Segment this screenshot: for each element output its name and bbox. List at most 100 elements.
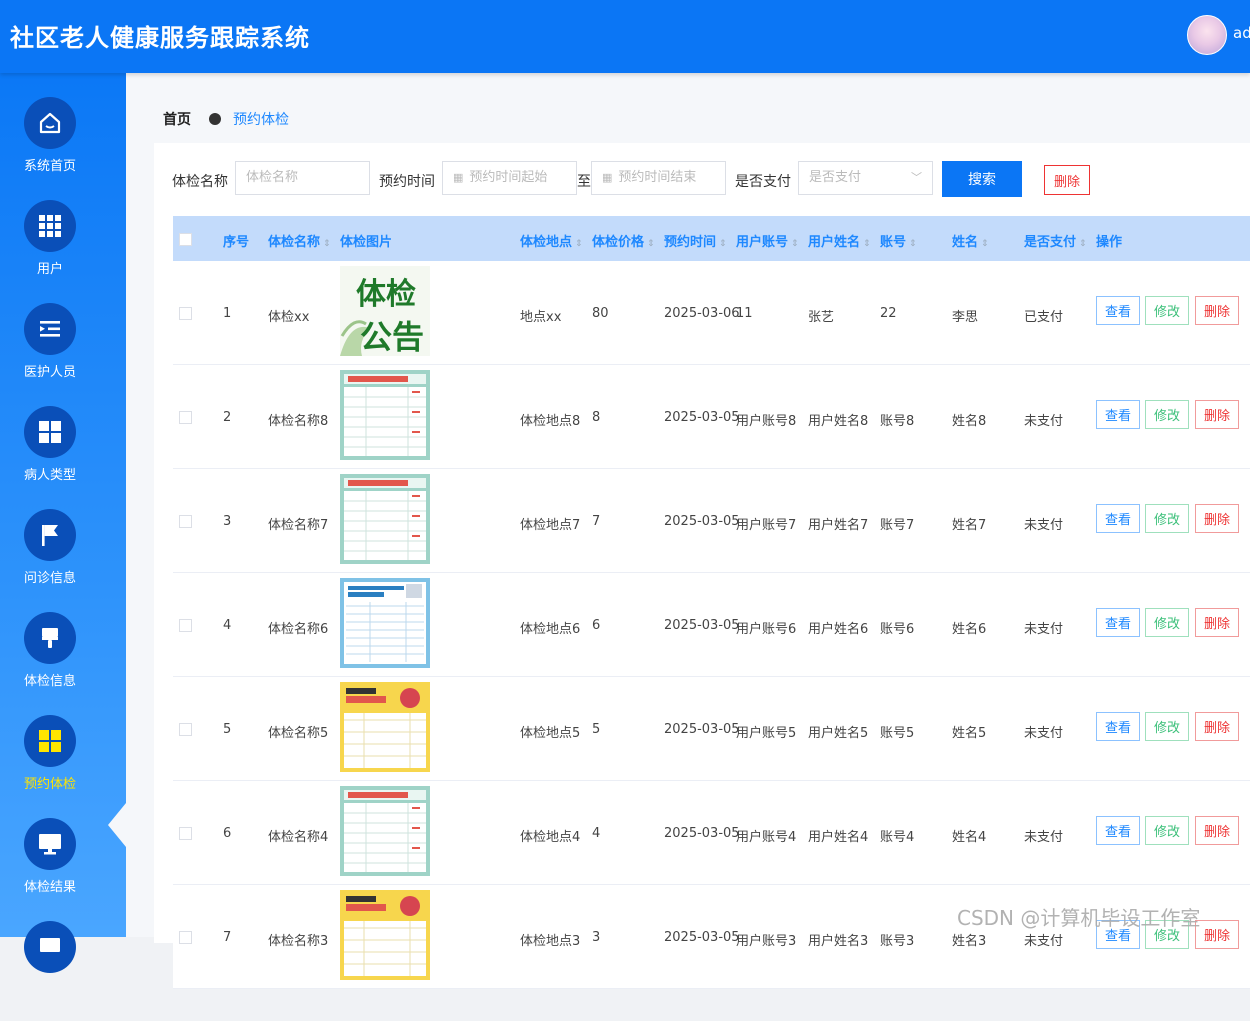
- sidebar-item-users[interactable]: 用户: [0, 200, 100, 300]
- delete-button[interactable]: 删除: [1195, 816, 1239, 845]
- checkup-thumbnail[interactable]: [340, 578, 430, 668]
- bulk-delete-button[interactable]: 删除: [1044, 165, 1090, 195]
- column-header[interactable]: 是否支付 ⇕: [1024, 231, 1087, 250]
- table-row: 4 体检名称6 体检地点6 6 2025-03-05 用户账号6 用户姓名6 账号6 姓名6 未支…: [173, 573, 1250, 677]
- column-header[interactable]: 用户姓名 ⇕: [808, 231, 871, 250]
- time-start-input[interactable]: ▦ 预约时间起始: [442, 161, 577, 195]
- view-button[interactable]: 查看: [1096, 608, 1140, 637]
- row-checkbox[interactable]: [179, 515, 192, 528]
- delete-button[interactable]: 删除: [1195, 504, 1239, 533]
- time-filter-label: 预约时间: [379, 174, 435, 190]
- column-header[interactable]: 用户账号 ⇕: [736, 231, 799, 250]
- sidebar-item-checkup-results[interactable]: 体检结果: [0, 818, 100, 918]
- paid-filter-placeholder: 是否支付: [809, 170, 862, 185]
- sidebar: 系统首页 用户 医护人员 病人类型 问诊信息 体检信息 预约体检 体检结果: [0, 73, 126, 973]
- column-header[interactable]: 体检价格 ⇕: [592, 231, 655, 250]
- row-checkbox[interactable]: [179, 619, 192, 632]
- sidebar-item-checkup-info[interactable]: 体检信息: [0, 612, 100, 712]
- view-button[interactable]: 查看: [1096, 504, 1140, 533]
- view-button[interactable]: 查看: [1096, 400, 1140, 429]
- view-button[interactable]: 查看: [1096, 712, 1140, 741]
- checkup-thumbnail[interactable]: [340, 786, 430, 876]
- sidebar-item-home[interactable]: 系统首页: [0, 97, 100, 197]
- cell-user-account: 用户账号4: [736, 830, 797, 845]
- column-header[interactable]: 序号: [223, 231, 249, 250]
- edit-button[interactable]: 修改: [1145, 816, 1189, 845]
- sort-icon[interactable]: ⇕: [323, 239, 331, 249]
- column-header[interactable]: 账号 ⇕: [880, 231, 917, 250]
- row-checkbox[interactable]: [179, 827, 192, 840]
- view-button[interactable]: 查看: [1096, 816, 1140, 845]
- name-filter-label: 体检名称: [172, 174, 228, 190]
- checkup-thumbnail[interactable]: [340, 682, 430, 772]
- name-filter-placeholder: 体检名称: [246, 170, 299, 185]
- sort-icon[interactable]: ⇕: [575, 239, 583, 249]
- breadcrumb-home[interactable]: 首页: [163, 112, 191, 128]
- sort-icon[interactable]: ⇕: [647, 239, 655, 249]
- sidebar-item-more[interactable]: [0, 921, 100, 1021]
- cell-paid: 未支付: [1024, 622, 1064, 637]
- cell-time: 2025-03-05: [664, 514, 740, 529]
- table-row: 5 体检名称5 体检地点5 5 2025-03-05 用户账号5 用户姓名5 账号5 姓名5 未支…: [173, 677, 1250, 781]
- sort-icon[interactable]: ⇕: [1079, 239, 1087, 249]
- edit-button[interactable]: 修改: [1145, 296, 1189, 325]
- sort-icon[interactable]: ⇕: [719, 239, 727, 249]
- sidebar-item-appointment[interactable]: 预约体检: [0, 715, 100, 815]
- cell-time: 2025-03-05: [664, 826, 740, 841]
- column-header[interactable]: 体检名称 ⇕: [268, 231, 331, 250]
- checkup-thumbnail[interactable]: [340, 474, 430, 564]
- svg-text:公告: 公告: [360, 318, 424, 356]
- edit-button[interactable]: 修改: [1145, 400, 1189, 429]
- edit-button[interactable]: 修改: [1145, 712, 1189, 741]
- view-button[interactable]: 查看: [1096, 296, 1140, 325]
- sidebar-item-consultation[interactable]: 问诊信息: [0, 509, 100, 609]
- row-checkbox[interactable]: [179, 931, 192, 944]
- sidebar-item-patient-types[interactable]: 病人类型: [0, 406, 100, 506]
- sort-icon[interactable]: ⇕: [863, 239, 871, 249]
- row-checkbox[interactable]: [179, 307, 192, 320]
- sort-icon[interactable]: ⇕: [909, 239, 917, 249]
- cell-price: 80: [592, 306, 609, 321]
- row-checkbox[interactable]: [179, 723, 192, 736]
- cell-user-name: 用户姓名8: [808, 414, 869, 429]
- sort-icon[interactable]: ⇕: [791, 239, 799, 249]
- column-header[interactable]: 姓名 ⇕: [952, 231, 989, 250]
- username[interactable]: ad: [1233, 24, 1250, 42]
- edit-button[interactable]: 修改: [1145, 504, 1189, 533]
- sidebar-item-label: 体检结果: [23, 880, 76, 895]
- column-header: 操作: [1096, 235, 1123, 250]
- row-checkbox[interactable]: [179, 411, 192, 424]
- delete-button[interactable]: 删除: [1195, 400, 1239, 429]
- cell-index: 6: [223, 826, 232, 841]
- column-header[interactable]: 体检地点 ⇕: [520, 231, 583, 250]
- delete-button[interactable]: 删除: [1195, 712, 1239, 741]
- delete-button[interactable]: 删除: [1195, 920, 1239, 949]
- four-squares-icon: [24, 715, 76, 767]
- breadcrumb-current: 预约体检: [233, 112, 289, 128]
- cell-user-account: 用户账号3: [736, 934, 797, 949]
- sidebar-item-medical-staff[interactable]: 医护人员: [0, 303, 100, 403]
- time-end-input[interactable]: ▦ 预约时间结束: [591, 161, 726, 195]
- paid-filter-select[interactable]: 是否支付 ﹀: [798, 161, 933, 195]
- edit-button[interactable]: 修改: [1145, 608, 1189, 637]
- cell-paid: 未支付: [1024, 830, 1064, 845]
- delete-button[interactable]: 删除: [1195, 608, 1239, 637]
- user-avatar[interactable]: [1187, 15, 1227, 55]
- select-all-checkbox[interactable]: [179, 233, 192, 246]
- sidebar-item-label: 预约体检: [23, 777, 76, 792]
- name-filter-input[interactable]: 体检名称: [235, 161, 370, 195]
- checkup-thumbnail[interactable]: [340, 370, 430, 460]
- checkup-thumbnail[interactable]: 体检 公告: [340, 266, 430, 356]
- column-header[interactable]: 预约时间 ⇕: [664, 231, 727, 250]
- cell-price: 7: [592, 514, 601, 529]
- checkup-thumbnail[interactable]: [340, 890, 430, 980]
- delete-button[interactable]: 删除: [1195, 296, 1239, 325]
- cell-paid: 未支付: [1024, 518, 1064, 533]
- cell-location: 体检地点6: [520, 622, 581, 637]
- sidebar-item-label: 用户: [36, 262, 63, 277]
- cell-name: 体检名称4: [268, 830, 329, 845]
- search-button[interactable]: 搜索: [942, 161, 1022, 197]
- time-end-placeholder: 预约时间结束: [618, 170, 697, 185]
- sidebar-item-label: 系统首页: [23, 159, 76, 174]
- sort-icon[interactable]: ⇕: [981, 239, 989, 249]
